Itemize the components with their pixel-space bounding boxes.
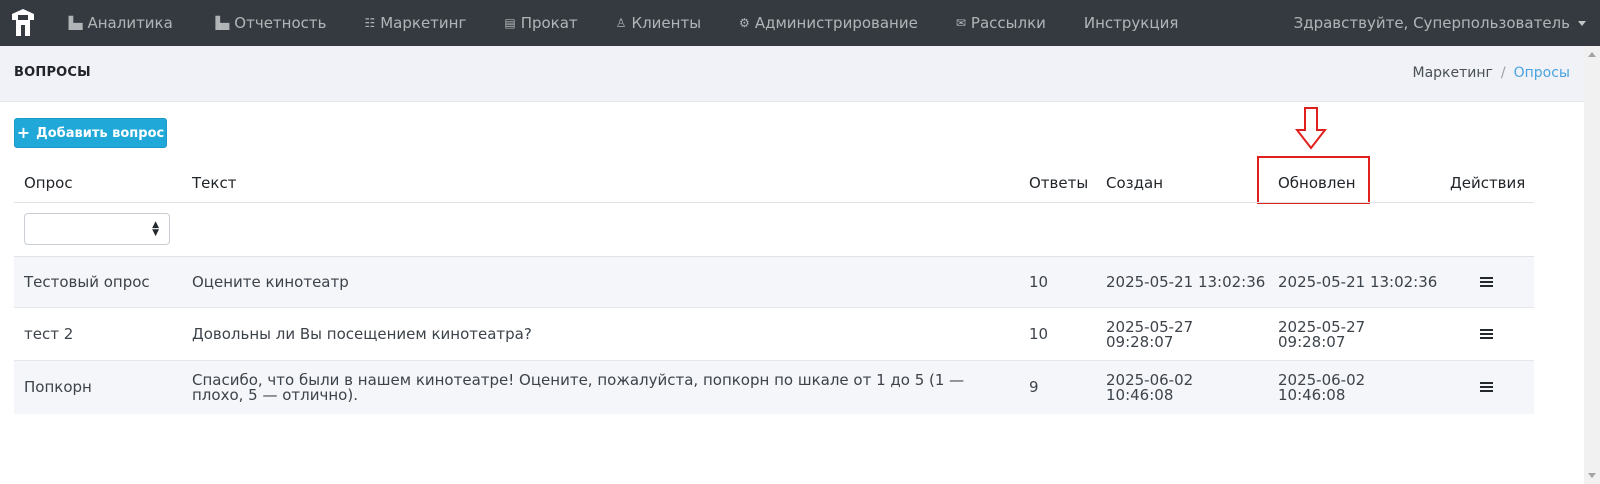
column-header-actions: Действия [1450, 174, 1526, 192]
cell-text: Спасибо, что были в нашем кинотеатре! Оц… [192, 371, 965, 404]
plus-icon: + [16, 123, 31, 142]
questions-table: Опрос Текст Ответы Создан Обновлен Дейст… [14, 160, 1534, 414]
list-icon[interactable] [1480, 329, 1493, 340]
gears-icon: ⚙ [739, 16, 750, 30]
table-header-row: Опрос Текст Ответы Создан Обновлен Дейст… [14, 160, 1534, 203]
nav-item-instructions[interactable]: Инструкция [1066, 0, 1198, 46]
nav-item-label: Аналитика [87, 14, 173, 32]
breadcrumb-item-marketing[interactable]: Маркетинг [1413, 65, 1493, 81]
nav-item-label: Клиенты [631, 14, 702, 32]
caret-down-icon [1578, 20, 1586, 26]
cell-text: Оцените кинотеатр [192, 273, 349, 291]
scroll-down-arrow-icon[interactable] [1588, 473, 1596, 478]
table-row: тест 2 Довольны ли Вы посещением кинотеа… [14, 308, 1534, 361]
nav-item-label: Рассылки [970, 14, 1046, 32]
column-header-answers[interactable]: Ответы [1029, 174, 1088, 192]
cell-created: 2025-05-27 09:28:07 [1106, 318, 1194, 351]
film-icon: ▤ [504, 16, 516, 30]
scroll-up-arrow-icon[interactable] [1588, 52, 1596, 57]
nav-item-label: Администрирование [754, 14, 918, 32]
table-filter-row: ▲ ▼ [14, 203, 1534, 257]
cell-text: Довольны ли Вы посещением кинотеатра? [192, 325, 532, 343]
select-updown-icon: ▲ ▼ [152, 220, 159, 238]
add-question-button[interactable]: + Добавить вопрос [14, 118, 167, 148]
column-header-text[interactable]: Текст [192, 174, 236, 192]
nav-item-mailings[interactable]: ✉ Рассылки [938, 0, 1066, 46]
list-icon[interactable] [1480, 277, 1493, 288]
column-header-survey[interactable]: Опрос [24, 174, 73, 192]
user-greeting: Здравствуйте, Суперпользователь [1293, 14, 1570, 32]
cell-answers: 10 [1029, 325, 1049, 343]
breadcrumb-item-surveys[interactable]: Опросы [1514, 65, 1570, 81]
top-navbar: ▐▄ Аналитика ▐▄ Отчетность ☷ Маркетинг ▤… [0, 0, 1600, 46]
breadcrumb-separator: / [1500, 65, 1506, 81]
nav-item-reports[interactable]: ▐▄ Отчетность [193, 0, 347, 46]
nav-item-label: Маркетинг [380, 14, 467, 32]
cell-updated: 2025-06-02 10:46:08 [1278, 371, 1366, 404]
envelope-icon: ✉ [955, 16, 966, 30]
column-header-created[interactable]: Создан [1106, 174, 1163, 192]
nav-item-rental[interactable]: ▤ Прокат [486, 0, 597, 46]
column-header-updated[interactable]: Обновлен [1278, 174, 1356, 192]
page-title: ВОПРОСЫ [14, 65, 91, 80]
nav-item-label: Инструкция [1083, 14, 1179, 32]
user-menu[interactable]: Здравствуйте, Суперпользователь [1294, 0, 1586, 46]
nav-item-label: Отчетность [234, 14, 327, 32]
cell-created: 2025-06-02 10:46:08 [1106, 371, 1194, 404]
survey-filter-select[interactable]: ▲ ▼ [24, 213, 170, 245]
page-header: ВОПРОСЫ Маркетинг / Опросы [0, 46, 1584, 102]
table-row: Попкорн Спасибо, что были в нашем киноте… [14, 361, 1534, 414]
cell-updated: 2025-05-27 09:28:07 [1278, 318, 1366, 351]
cell-survey: Попкорн [24, 378, 92, 396]
add-question-label: Добавить вопрос [36, 125, 165, 141]
nav-item-marketing[interactable]: ☷ Маркетинг [346, 0, 486, 46]
bar-chart-icon: ▐▄ [210, 16, 230, 30]
list-icon[interactable] [1480, 382, 1493, 393]
vertical-scrollbar[interactable] [1584, 46, 1600, 484]
nav-item-label: Прокат [520, 14, 578, 32]
nav-item-administration[interactable]: ⚙ Администрирование [721, 0, 938, 46]
bar-chart-icon: ▐▄ [64, 16, 83, 30]
logo-icon[interactable] [0, 0, 46, 46]
cell-updated: 2025-05-21 13:02:36 [1278, 273, 1438, 291]
annotation-arrow-icon [1295, 107, 1327, 150]
cell-survey: Тестовый опрос [24, 273, 150, 291]
user-icon: ♙ [615, 16, 627, 30]
cell-answers: 10 [1029, 273, 1049, 291]
nav-item-analytics[interactable]: ▐▄ Аналитика [46, 0, 193, 46]
table-row: Тестовый опрос Оцените кинотеатр 10 2025… [14, 257, 1534, 308]
cell-survey: тест 2 [24, 325, 74, 343]
cell-answers: 9 [1029, 378, 1039, 396]
breadcrumb: Маркетинг / Опросы [1413, 65, 1571, 81]
cell-created: 2025-05-21 13:02:36 [1106, 273, 1266, 291]
cart-icon: ☷ [364, 16, 376, 30]
nav-item-clients[interactable]: ♙ Клиенты [598, 0, 721, 46]
